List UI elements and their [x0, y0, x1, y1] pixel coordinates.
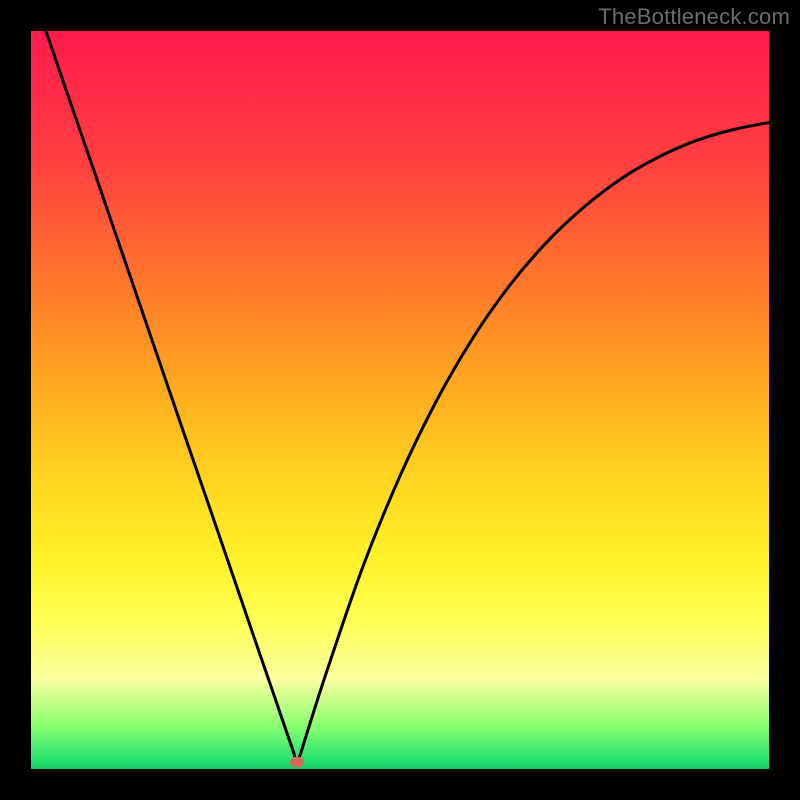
- chart-frame: TheBottleneck.com: [0, 0, 800, 800]
- optimum-marker: [290, 756, 304, 767]
- attribution-text: TheBottleneck.com: [598, 4, 790, 30]
- plot-area: [31, 31, 769, 769]
- bottleneck-curve: [31, 31, 769, 769]
